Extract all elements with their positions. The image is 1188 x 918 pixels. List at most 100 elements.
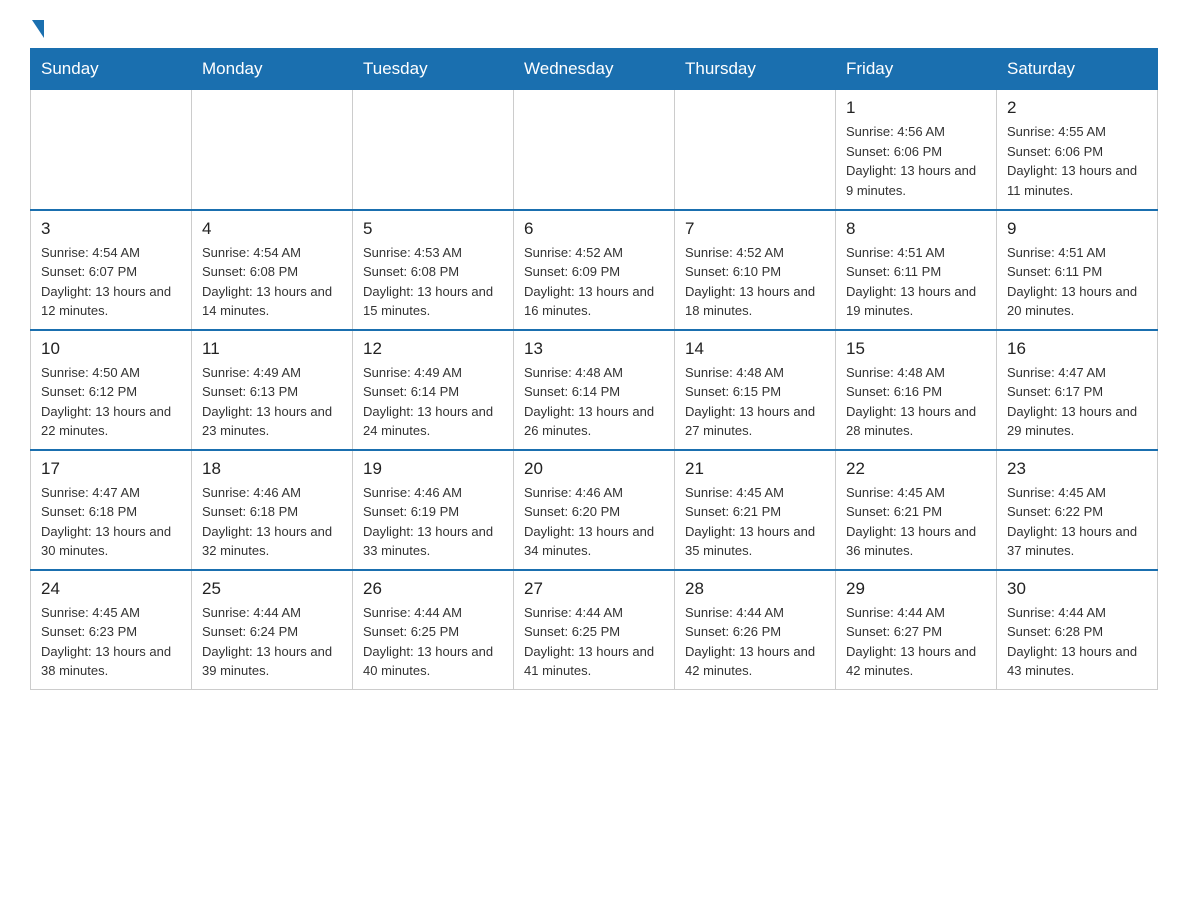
day-info: Sunrise: 4:52 AMSunset: 6:10 PMDaylight:…	[685, 243, 825, 321]
calendar-cell: 1 Sunrise: 4:56 AMSunset: 6:06 PMDaylight…	[836, 90, 997, 210]
calendar-cell: 17Sunrise: 4:47 AMSunset: 6:18 PMDayligh…	[31, 450, 192, 570]
calendar-cell: 11 Sunrise: 4:49 AMSunset: 6:13 PMDayligh…	[192, 330, 353, 450]
day-number: 8	[846, 219, 986, 239]
day-info: Sunrise: 4:49 AMSunset: 6:13 PMDaylight:…	[202, 363, 342, 441]
calendar-cell: 4 Sunrise: 4:54 AMSunset: 6:08 PMDaylight…	[192, 210, 353, 330]
day-number: 5	[363, 219, 503, 239]
calendar-cell: 23 Sunrise: 4:45 AMSunset: 6:22 PMDayligh…	[997, 450, 1158, 570]
calendar-cell: 27 Sunrise: 4:44 AMSunset: 6:25 PMDayligh…	[514, 570, 675, 690]
day-info: Sunrise: 4:51 AMSunset: 6:11 PMDaylight:…	[1007, 243, 1147, 321]
day-info: Sunrise: 4:48 AMSunset: 6:16 PMDaylight:…	[846, 363, 986, 441]
day-number: 28	[685, 579, 825, 599]
day-info: Sunrise: 4:46 AMSunset: 6:19 PMDaylight:…	[363, 483, 503, 561]
day-number: 22	[846, 459, 986, 479]
day-number: 20	[524, 459, 664, 479]
day-info: Sunrise: 4:45 AMSunset: 6:23 PMDaylight:…	[41, 603, 181, 681]
day-number: 21	[685, 459, 825, 479]
calendar-cell: 21 Sunrise: 4:45 AMSunset: 6:21 PMDayligh…	[675, 450, 836, 570]
calendar-cell: 25 Sunrise: 4:44 AMSunset: 6:24 PMDayligh…	[192, 570, 353, 690]
calendar-week-row: 1 Sunrise: 4:56 AMSunset: 6:06 PMDaylight…	[31, 90, 1158, 210]
day-info: Sunrise: 4:55 AMSunset: 6:06 PMDaylight:…	[1007, 122, 1147, 200]
day-info: Sunrise: 4:46 AMSunset: 6:20 PMDaylight:…	[524, 483, 664, 561]
calendar-cell	[514, 90, 675, 210]
calendar-cell: 14 Sunrise: 4:48 AMSunset: 6:15 PMDayligh…	[675, 330, 836, 450]
calendar-cell: 15Sunrise: 4:48 AMSunset: 6:16 PMDayligh…	[836, 330, 997, 450]
calendar-week-row: 24 Sunrise: 4:45 AMSunset: 6:23 PMDayligh…	[31, 570, 1158, 690]
day-number: 16	[1007, 339, 1147, 359]
day-number: 4	[202, 219, 342, 239]
day-info: Sunrise: 4:44 AMSunset: 6:27 PMDaylight:…	[846, 603, 986, 681]
calendar-cell	[353, 90, 514, 210]
calendar-header-thursday: Thursday	[675, 49, 836, 90]
calendar-cell: 26 Sunrise: 4:44 AMSunset: 6:25 PMDayligh…	[353, 570, 514, 690]
day-number: 3	[41, 219, 181, 239]
day-number: 11	[202, 339, 342, 359]
calendar-week-row: 10Sunrise: 4:50 AMSunset: 6:12 PMDayligh…	[31, 330, 1158, 450]
calendar-cell: 6 Sunrise: 4:52 AMSunset: 6:09 PMDaylight…	[514, 210, 675, 330]
day-info: Sunrise: 4:44 AMSunset: 6:26 PMDaylight:…	[685, 603, 825, 681]
calendar-cell: 13Sunrise: 4:48 AMSunset: 6:14 PMDayligh…	[514, 330, 675, 450]
calendar-cell: 12 Sunrise: 4:49 AMSunset: 6:14 PMDayligh…	[353, 330, 514, 450]
day-number: 7	[685, 219, 825, 239]
day-info: Sunrise: 4:53 AMSunset: 6:08 PMDaylight:…	[363, 243, 503, 321]
calendar-cell	[31, 90, 192, 210]
day-info: Sunrise: 4:44 AMSunset: 6:25 PMDaylight:…	[524, 603, 664, 681]
logo	[30, 20, 44, 38]
day-number: 1	[846, 98, 986, 118]
day-number: 25	[202, 579, 342, 599]
day-info: Sunrise: 4:48 AMSunset: 6:15 PMDaylight:…	[685, 363, 825, 441]
calendar-cell: 29 Sunrise: 4:44 AMSunset: 6:27 PMDayligh…	[836, 570, 997, 690]
day-number: 17	[41, 459, 181, 479]
calendar-cell: 18 Sunrise: 4:46 AMSunset: 6:18 PMDayligh…	[192, 450, 353, 570]
day-number: 14	[685, 339, 825, 359]
day-number: 18	[202, 459, 342, 479]
day-info: Sunrise: 4:47 AMSunset: 6:17 PMDaylight:…	[1007, 363, 1147, 441]
day-info: Sunrise: 4:48 AMSunset: 6:14 PMDaylight:…	[524, 363, 664, 441]
calendar-table: SundayMondayTuesdayWednesdayThursdayFrid…	[30, 48, 1158, 690]
day-info: Sunrise: 4:44 AMSunset: 6:24 PMDaylight:…	[202, 603, 342, 681]
day-number: 9	[1007, 219, 1147, 239]
page-header	[30, 20, 1158, 38]
calendar-cell: 2 Sunrise: 4:55 AMSunset: 6:06 PMDaylight…	[997, 90, 1158, 210]
day-info: Sunrise: 4:45 AMSunset: 6:22 PMDaylight:…	[1007, 483, 1147, 561]
day-info: Sunrise: 4:44 AMSunset: 6:25 PMDaylight:…	[363, 603, 503, 681]
calendar-cell: 5 Sunrise: 4:53 AMSunset: 6:08 PMDaylight…	[353, 210, 514, 330]
calendar-cell: 30Sunrise: 4:44 AMSunset: 6:28 PMDayligh…	[997, 570, 1158, 690]
day-info: Sunrise: 4:56 AMSunset: 6:06 PMDaylight:…	[846, 122, 986, 200]
day-info: Sunrise: 4:52 AMSunset: 6:09 PMDaylight:…	[524, 243, 664, 321]
day-number: 6	[524, 219, 664, 239]
calendar-cell: 7 Sunrise: 4:52 AMSunset: 6:10 PMDaylight…	[675, 210, 836, 330]
day-info: Sunrise: 4:51 AMSunset: 6:11 PMDaylight:…	[846, 243, 986, 321]
calendar-cell	[192, 90, 353, 210]
calendar-cell: 28 Sunrise: 4:44 AMSunset: 6:26 PMDayligh…	[675, 570, 836, 690]
day-info: Sunrise: 4:50 AMSunset: 6:12 PMDaylight:…	[41, 363, 181, 441]
calendar-cell: 8 Sunrise: 4:51 AMSunset: 6:11 PMDaylight…	[836, 210, 997, 330]
logo-arrow-icon	[32, 20, 44, 38]
day-number: 24	[41, 579, 181, 599]
day-info: Sunrise: 4:49 AMSunset: 6:14 PMDaylight:…	[363, 363, 503, 441]
calendar-cell: 19Sunrise: 4:46 AMSunset: 6:19 PMDayligh…	[353, 450, 514, 570]
day-number: 27	[524, 579, 664, 599]
day-number: 12	[363, 339, 503, 359]
calendar-cell	[675, 90, 836, 210]
day-info: Sunrise: 4:54 AMSunset: 6:07 PMDaylight:…	[41, 243, 181, 321]
calendar-cell: 22 Sunrise: 4:45 AMSunset: 6:21 PMDayligh…	[836, 450, 997, 570]
day-info: Sunrise: 4:54 AMSunset: 6:08 PMDaylight:…	[202, 243, 342, 321]
calendar-cell: 10Sunrise: 4:50 AMSunset: 6:12 PMDayligh…	[31, 330, 192, 450]
calendar-cell: 9 Sunrise: 4:51 AMSunset: 6:11 PMDaylight…	[997, 210, 1158, 330]
calendar-header-sunday: Sunday	[31, 49, 192, 90]
calendar-week-row: 3 Sunrise: 4:54 AMSunset: 6:07 PMDaylight…	[31, 210, 1158, 330]
day-number: 29	[846, 579, 986, 599]
day-info: Sunrise: 4:45 AMSunset: 6:21 PMDaylight:…	[846, 483, 986, 561]
calendar-cell: 24 Sunrise: 4:45 AMSunset: 6:23 PMDayligh…	[31, 570, 192, 690]
day-number: 2	[1007, 98, 1147, 118]
day-info: Sunrise: 4:45 AMSunset: 6:21 PMDaylight:…	[685, 483, 825, 561]
day-number: 26	[363, 579, 503, 599]
day-info: Sunrise: 4:46 AMSunset: 6:18 PMDaylight:…	[202, 483, 342, 561]
calendar-cell: 16 Sunrise: 4:47 AMSunset: 6:17 PMDayligh…	[997, 330, 1158, 450]
calendar-header-monday: Monday	[192, 49, 353, 90]
day-number: 23	[1007, 459, 1147, 479]
calendar-header-friday: Friday	[836, 49, 997, 90]
calendar-header-row: SundayMondayTuesdayWednesdayThursdayFrid…	[31, 49, 1158, 90]
day-number: 30	[1007, 579, 1147, 599]
